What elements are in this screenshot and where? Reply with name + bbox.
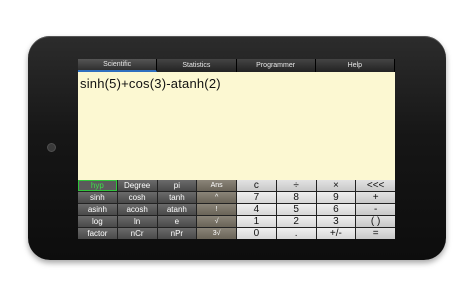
digit-9-button[interactable]: 9 [316,192,356,203]
factorial-button[interactable]: ! [197,204,236,215]
divide-button[interactable]: ÷ [276,180,316,191]
multiply-button[interactable]: × [316,180,356,191]
digit-5-button[interactable]: 5 [276,204,316,215]
sinh-button[interactable]: sinh [78,192,117,203]
sqrt-button[interactable]: √ [197,216,236,227]
equals-button[interactable]: = [356,228,395,239]
atanh-button[interactable]: atanh [157,204,197,215]
expression-display[interactable]: sinh(5)+cos(3)-atanh(2) [78,72,395,180]
parentheses-button[interactable]: ( ) [356,216,395,227]
ncr-button[interactable]: nCr [117,228,157,239]
calculator-screen: Scientific Statistics Programmer Help si… [78,59,395,239]
cosh-button[interactable]: cosh [117,192,157,203]
tanh-button[interactable]: tanh [157,192,197,203]
clear-button[interactable]: c [237,180,276,191]
digit-7-button[interactable]: 7 [237,192,276,203]
digit-8-button[interactable]: 8 [276,192,316,203]
factor-button[interactable]: factor [78,228,117,239]
ans-button[interactable]: Ans [197,180,236,191]
digit-2-button[interactable]: 2 [276,216,316,227]
digit-6-button[interactable]: 6 [316,204,356,215]
npr-button[interactable]: nPr [157,228,197,239]
digit-1-button[interactable]: 1 [237,216,276,227]
degree-button[interactable]: Degree [117,180,157,191]
asinh-button[interactable]: asinh [78,204,117,215]
digit-0-button[interactable]: 0 [237,228,276,239]
decimal-button[interactable]: . [276,228,316,239]
keypad: hyp Degree pi Ans c ÷ × <<< sinh cosh ta… [78,180,395,239]
pi-button[interactable]: pi [157,180,197,191]
tab-help[interactable]: Help [315,59,395,72]
tab-programmer[interactable]: Programmer [236,59,316,72]
hyp-button[interactable]: hyp [78,180,117,191]
tab-statistics[interactable]: Statistics [157,59,237,72]
e-button[interactable]: e [157,216,197,227]
log-button[interactable]: log [78,216,117,227]
mode-tabs: Scientific Statistics Programmer Help [78,59,395,72]
digit-4-button[interactable]: 4 [237,204,276,215]
tab-scientific[interactable]: Scientific [78,59,158,72]
minus-button[interactable]: - [356,204,395,215]
plus-button[interactable]: + [356,192,395,203]
ln-button[interactable]: ln [117,216,157,227]
backspace-button[interactable]: <<< [356,180,395,191]
cube-root-button[interactable]: 3√ [197,228,236,239]
front-camera-icon [47,143,56,152]
power-button[interactable]: ^ [197,192,236,203]
acosh-button[interactable]: acosh [117,204,157,215]
sign-toggle-button[interactable]: +/- [316,228,356,239]
expression-text: sinh(5)+cos(3)-atanh(2) [80,76,221,91]
digit-3-button[interactable]: 3 [316,216,356,227]
